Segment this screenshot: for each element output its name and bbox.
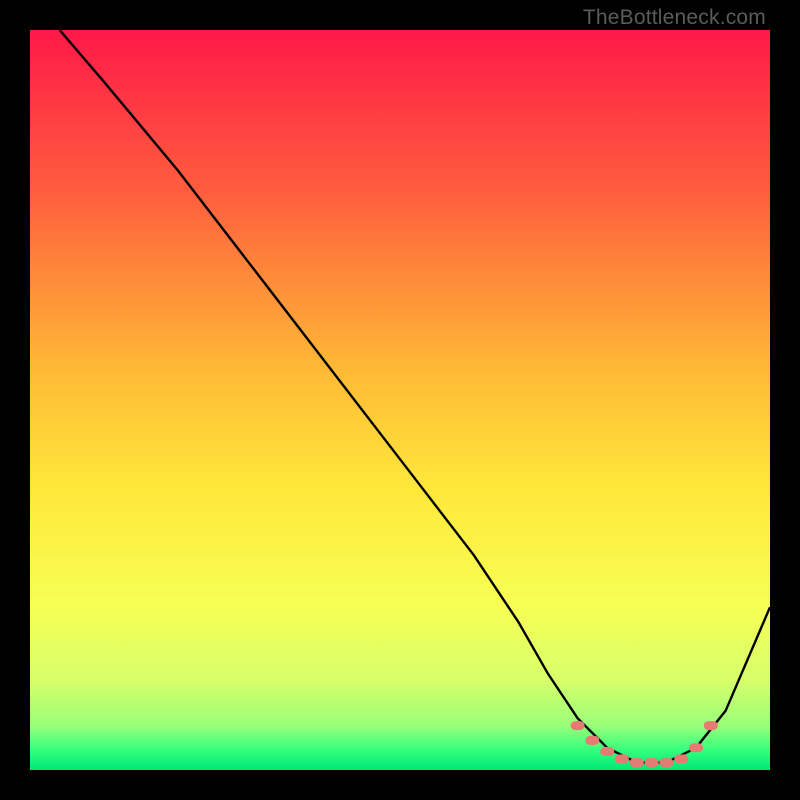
marker-dot: [600, 747, 614, 756]
plot-area: [30, 30, 770, 770]
marker-dot: [674, 754, 688, 763]
marker-dot: [585, 736, 599, 745]
curve-layer: [30, 30, 770, 770]
marker-dot: [615, 754, 629, 763]
marker-dot: [630, 758, 644, 767]
marker-dot: [704, 721, 718, 730]
watermark-text: TheBottleneck.com: [583, 6, 766, 30]
marker-dot: [659, 758, 673, 767]
optimal-range-markers: [571, 721, 718, 767]
marker-dot: [571, 721, 585, 730]
marker-dot: [645, 758, 659, 767]
marker-dot: [689, 743, 703, 752]
bottleneck-curve: [60, 30, 770, 763]
